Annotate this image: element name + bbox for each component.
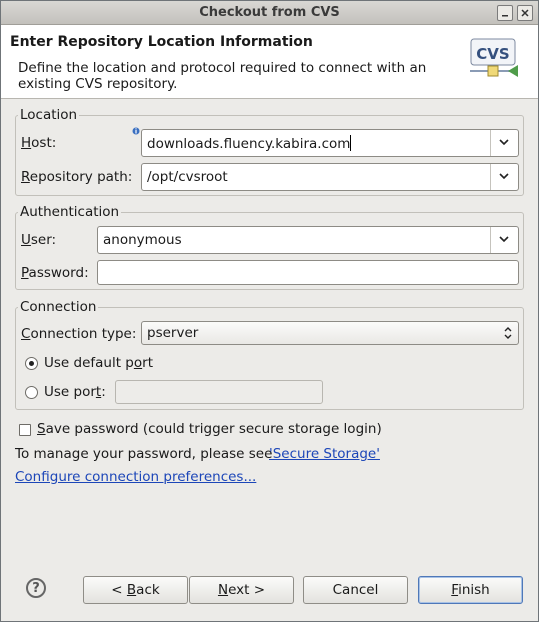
use-default-port-radio[interactable]: [25, 357, 38, 370]
user-label: User:: [21, 232, 57, 248]
user-combobox[interactable]: anonymous: [97, 226, 519, 254]
page-title: Enter Repository Location Information: [10, 34, 313, 50]
back-button[interactable]: < Back: [83, 576, 188, 604]
close-icon: [521, 9, 529, 17]
chevron-down-icon: [499, 236, 509, 243]
page-description: Define the location and protocol require…: [18, 60, 427, 92]
manage-password-prefix: To manage your password, please see: [15, 446, 273, 462]
user-dropdown-button[interactable]: [490, 227, 518, 253]
wizard-header: Enter Repository Location Information De…: [1, 25, 538, 99]
repository-path-combobox[interactable]: /opt/cvsroot: [141, 163, 519, 191]
chevron-down-icon: [499, 139, 509, 146]
save-password-label[interactable]: Save password (could trigger secure stor…: [37, 421, 382, 437]
cvs-logo-icon: CVS: [468, 35, 520, 83]
host-dropdown-button[interactable]: [490, 130, 518, 156]
host-label: Host:: [21, 135, 57, 151]
connection-legend: Connection: [20, 299, 97, 315]
configure-connection-preferences-link[interactable]: Configure connection preferences...: [15, 469, 256, 485]
dialog-window: Checkout from CVS Enter Repository Locat…: [0, 0, 539, 622]
next-button[interactable]: Next >: [189, 576, 294, 604]
repository-path-input[interactable]: /opt/cvsroot: [147, 169, 228, 185]
cvs-logo-text: CVS: [476, 45, 509, 63]
connection-type-value: pserver: [147, 325, 199, 341]
cancel-button[interactable]: Cancel: [303, 576, 408, 604]
repository-path-label: Repository path:: [21, 169, 133, 185]
updown-arrows-icon: [504, 327, 512, 339]
title-bar[interactable]: Checkout from CVS: [1, 1, 538, 25]
chevron-down-icon: [499, 173, 509, 180]
minimize-button[interactable]: [497, 5, 513, 21]
manage-password-text: To manage your password, please see: [15, 446, 272, 462]
secure-storage-link[interactable]: 'Secure Storage': [269, 446, 380, 462]
finish-button[interactable]: Finish: [418, 576, 523, 604]
use-default-port-label[interactable]: Use default port: [44, 355, 153, 371]
use-port-radio[interactable]: [25, 386, 38, 399]
host-combobox[interactable]: downloads.fluency.kabira.com: [141, 129, 519, 157]
minimize-icon: [502, 15, 508, 17]
help-button[interactable]: ?: [26, 578, 46, 598]
repository-path-dropdown-button[interactable]: [490, 164, 518, 190]
connection-type-label: Connection type:: [21, 326, 137, 342]
info-icon: [132, 127, 140, 135]
connection-type-select[interactable]: pserver: [141, 321, 519, 345]
password-label: Password:: [21, 265, 89, 281]
host-input[interactable]: downloads.fluency.kabira.com: [147, 135, 352, 152]
window-title: Checkout from CVS: [199, 5, 340, 20]
user-input[interactable]: anonymous: [103, 232, 182, 248]
close-button[interactable]: [517, 5, 533, 21]
password-field[interactable]: [97, 260, 519, 285]
help-icon: ?: [32, 581, 40, 596]
text-caret: [350, 135, 352, 151]
authentication-legend: Authentication: [20, 204, 120, 220]
save-password-checkbox[interactable]: [19, 424, 31, 436]
use-port-label[interactable]: Use port:: [44, 384, 106, 400]
location-legend: Location: [20, 107, 78, 123]
port-input[interactable]: [115, 380, 323, 404]
